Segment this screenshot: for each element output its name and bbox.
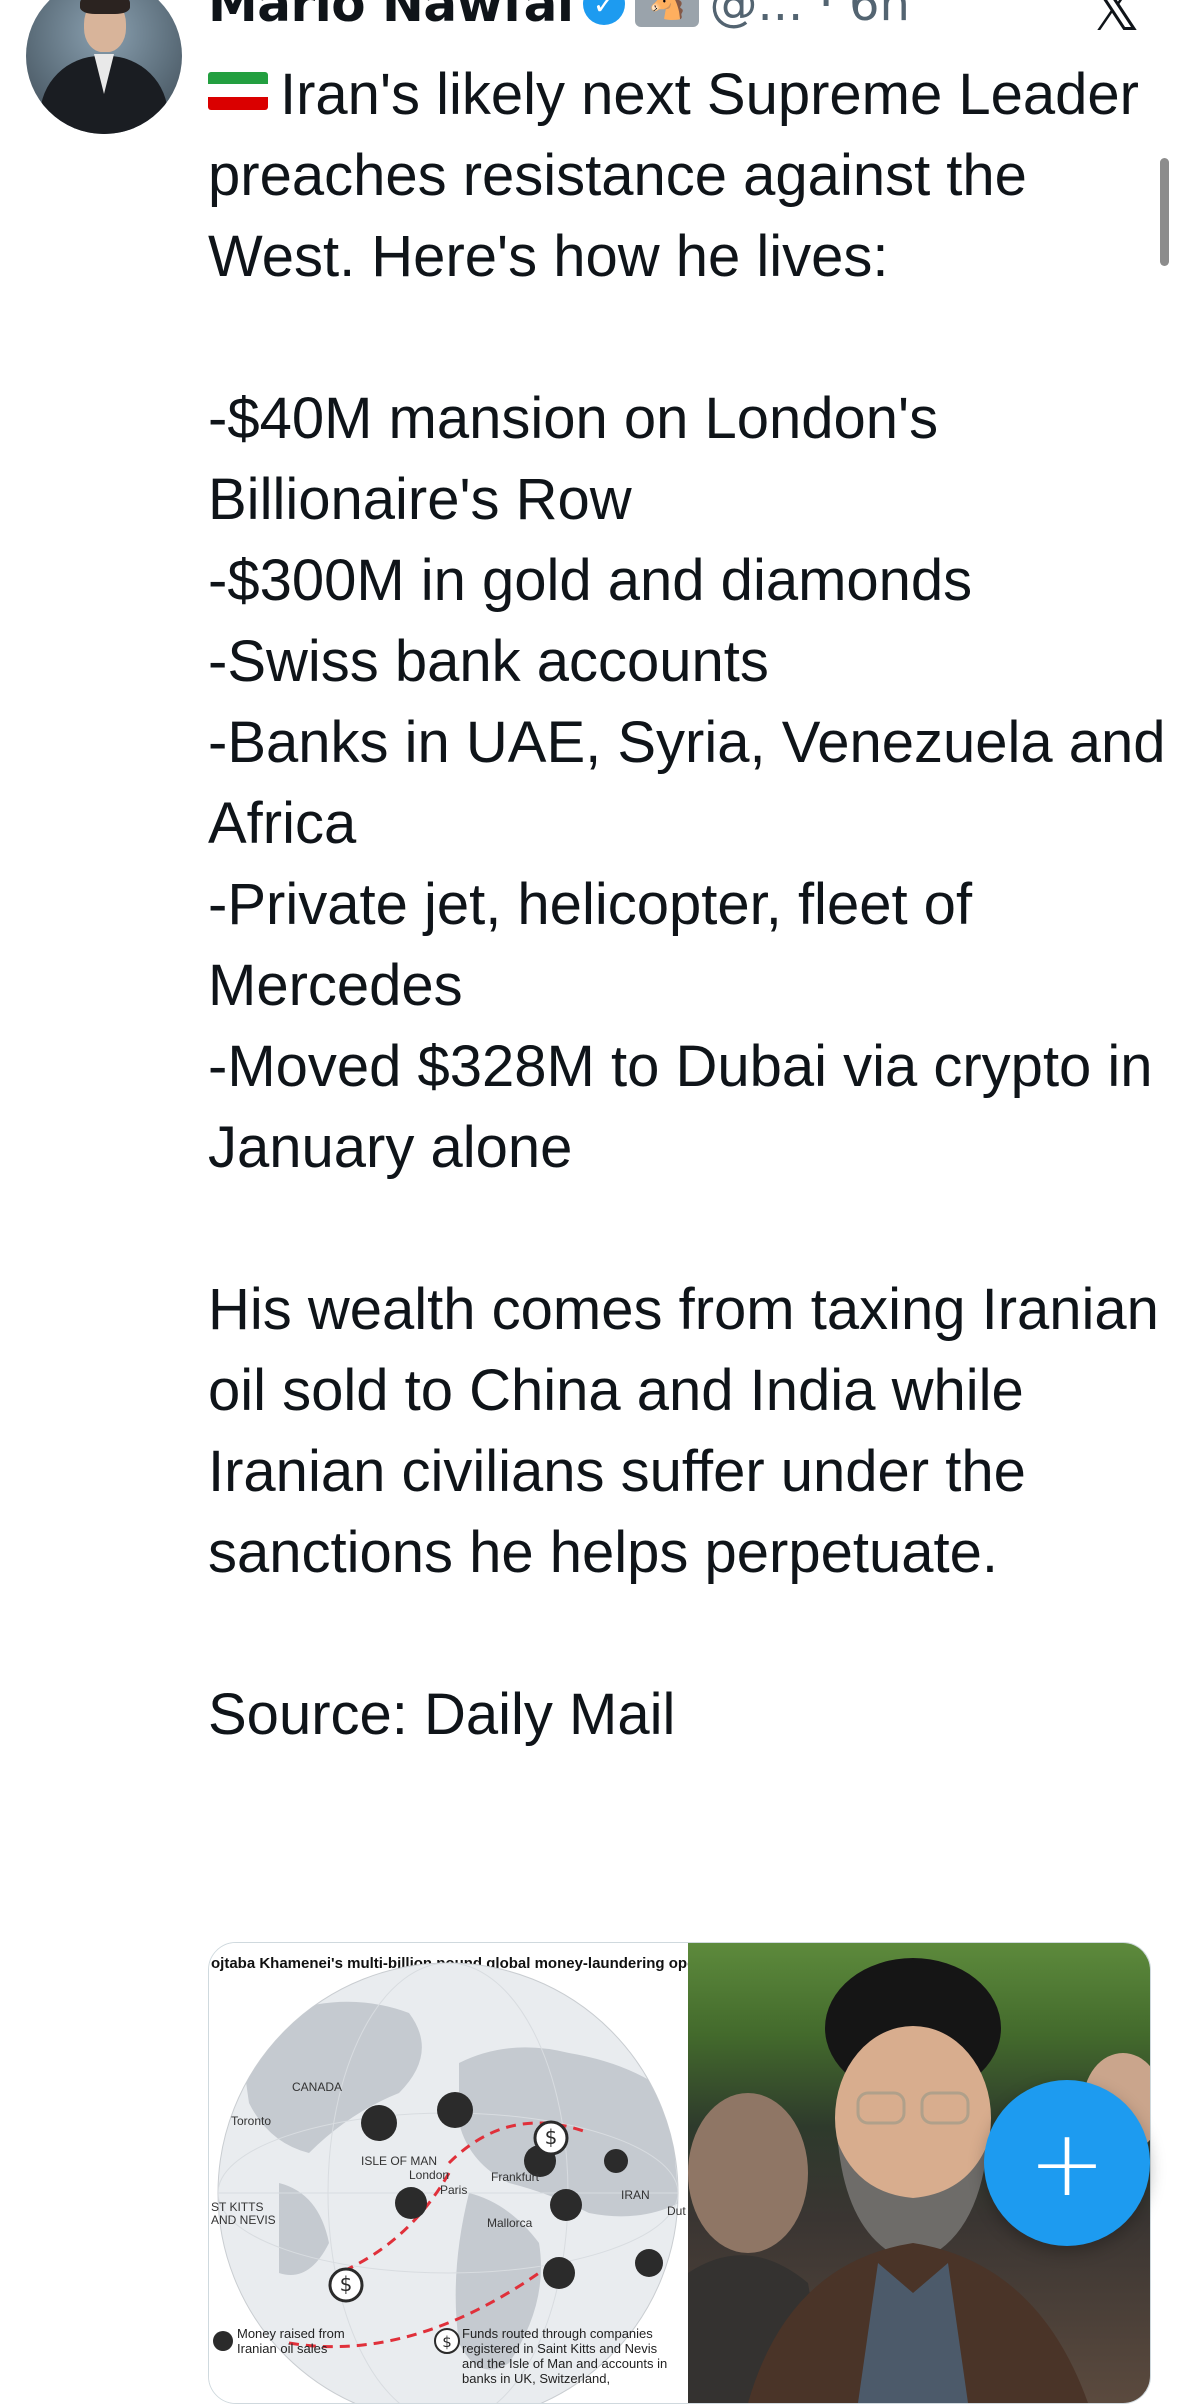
iran-flag-icon <box>208 71 268 110</box>
map-legend-oil: Money raised from Iranian oil sales <box>237 2326 345 2356</box>
x-logo-icon[interactable]: 𝕏 <box>1090 0 1140 45</box>
tweet-paragraph: -Swiss bank accounts <box>208 629 769 694</box>
map-label-dubai: Dut <box>667 2204 686 2218</box>
map-legend-funds: Funds routed through companies registere… <box>462 2326 668 2386</box>
author-avatar[interactable] <box>26 0 182 134</box>
tweet-paragraph: -Banks in UAE, Syria, Venezuela and Afri… <box>208 710 1166 856</box>
svg-text:$: $ <box>442 2333 452 2351</box>
tweet-paragraph: Source: Daily Mail <box>208 1682 676 1747</box>
affiliation-badge-icon: 🐴 <box>635 0 700 27</box>
svg-text:$: $ <box>545 2125 558 2149</box>
tweet-paragraph: -Private jet, helicopter, fleet of Merce… <box>208 872 973 1018</box>
map-label-isle-of-man: ISLE OF MAN <box>361 2154 437 2168</box>
author-handle-time[interactable]: @... · 6h <box>709 0 910 32</box>
map-label-st-kitts: ST KITTS <box>211 2200 263 2214</box>
compose-button[interactable]: + <box>984 2080 1150 2246</box>
map-label-mallorca: Mallorca <box>487 2216 533 2230</box>
tweet-paragraph: His wealth comes from taxing Iranian oil… <box>208 1277 1159 1585</box>
map-label-canada: CANADA <box>292 2080 342 2094</box>
map-label-frankfurt: Frankfurt <box>491 2170 540 2184</box>
svg-text:$: $ <box>340 2272 353 2296</box>
map-label-toronto: Toronto <box>231 2114 271 2128</box>
verified-badge-icon: ✓ <box>583 0 626 25</box>
map-label-iran: IRAN <box>621 2188 650 2202</box>
tweet-paragraph: -$300M in gold and diamonds <box>208 548 973 613</box>
tweet-paragraph: Iran's likely next Supreme Leader preach… <box>208 62 1139 289</box>
tweet-header: Mario Nawfal ✓ 🐴 @... · 6h <box>208 0 910 33</box>
tweet-text: Iran's likely next Supreme Leader preach… <box>208 54 1168 1755</box>
map-image[interactable]: ojtaba Khamenei's multi-billion pound gl… <box>209 1943 727 2403</box>
map-label-london: London <box>409 2168 449 2182</box>
tweet-paragraph: -Moved $328M to Dubai via crypto in Janu… <box>208 1034 1153 1180</box>
author-name[interactable]: Mario Nawfal <box>208 0 574 33</box>
map-label-paris: Paris <box>440 2183 467 2197</box>
tweet-paragraph: -$40M mansion on London's Billionaire's … <box>208 386 939 532</box>
map-label-and-nevis: AND NEVIS <box>211 2213 276 2227</box>
